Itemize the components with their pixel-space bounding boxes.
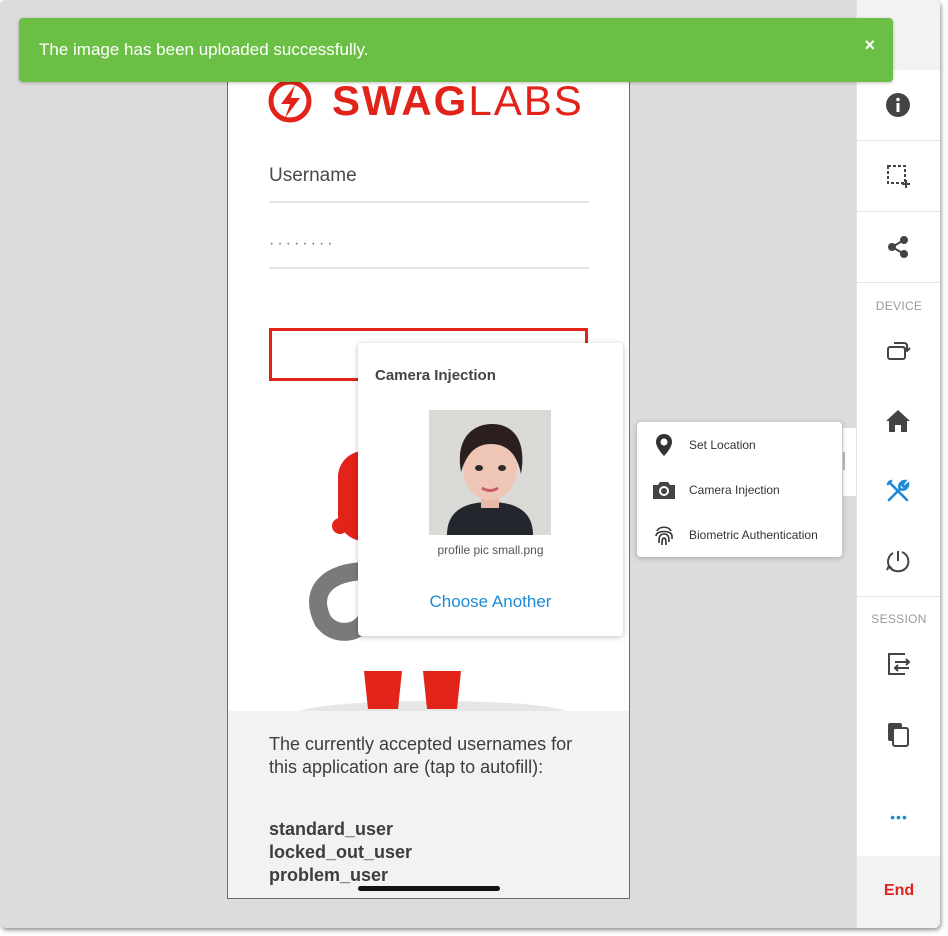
menu-item-camera-injection[interactable]: Camera Injection	[637, 468, 842, 510]
divider	[857, 211, 940, 212]
divider	[857, 282, 940, 283]
more-button[interactable]: •••	[857, 791, 940, 851]
injected-image-filename: profile pic small.png	[437, 543, 544, 557]
camera-icon	[653, 482, 675, 499]
logo-mark-icon	[268, 79, 312, 123]
username-standard-user[interactable]: standard_user	[269, 819, 393, 840]
end-label: End	[883, 882, 915, 899]
logo-swag-text: SWAG	[332, 77, 469, 124]
divider	[857, 140, 940, 141]
home-indicator[interactable]	[358, 886, 500, 891]
share-button[interactable]	[857, 217, 940, 277]
tools-menu-tab	[842, 428, 856, 496]
password-input[interactable]: ········	[269, 231, 589, 269]
crop-add-icon	[887, 165, 910, 188]
close-icon[interactable]: ×	[864, 35, 875, 56]
choose-another-button[interactable]: Choose Another	[358, 592, 623, 612]
session-section-label: SESSION	[871, 612, 927, 626]
info-icon	[886, 93, 910, 117]
rotate-device-button[interactable]	[857, 321, 940, 381]
clipboard-button[interactable]	[857, 704, 940, 764]
end-session-button[interactable]: End	[857, 856, 940, 928]
device-tools-button[interactable]	[857, 461, 940, 521]
fingerprint-icon	[655, 526, 673, 546]
copy-icon	[888, 723, 909, 747]
rotate-device-icon	[887, 342, 911, 360]
injected-image-preview	[429, 410, 551, 535]
menu-item-biometric-authentication[interactable]: Biometric Authentication	[637, 513, 842, 555]
menu-item-set-location[interactable]: Set Location	[637, 423, 842, 465]
right-toolbar: DEVICE SESSION ••• End	[856, 0, 940, 928]
home-icon	[886, 410, 910, 432]
camera-injection-label: Camera Injection	[689, 483, 780, 497]
biometric-authentication-label: Biometric Authentication	[689, 528, 818, 542]
device-section-label: DEVICE	[875, 299, 923, 313]
switch-session-button[interactable]	[857, 634, 940, 694]
home-button[interactable]	[857, 391, 940, 451]
username-input[interactable]: Username	[269, 165, 589, 203]
map-pin-icon	[656, 434, 672, 456]
credentials-intro: The currently accepted usernames for thi…	[269, 734, 573, 777]
transfer-icon	[888, 653, 911, 675]
share-icon	[888, 236, 908, 258]
camera-injection-popover: Camera Injection profile pic small.png C…	[358, 343, 623, 636]
username-locked-out-user[interactable]: locked_out_user	[269, 842, 412, 863]
device-tools-menu: Set Location Camera Injection Biometric …	[637, 422, 842, 557]
divider	[857, 596, 940, 597]
more-icon: •••	[890, 809, 908, 825]
app-window: SWAGLABS Username ········ The currently…	[0, 0, 940, 928]
swag-labs-logo: SWAGLABS	[268, 77, 588, 125]
logo-labs-text: LABS	[468, 77, 584, 124]
username-problem-user[interactable]: problem_user	[269, 865, 388, 886]
credentials-panel: The currently accepted usernames for thi…	[228, 711, 629, 898]
camera-injection-title: Camera Injection	[375, 367, 496, 384]
set-location-label: Set Location	[689, 438, 756, 452]
success-toast: The image has been uploaded successfully…	[19, 18, 893, 82]
screenshot-selection-button[interactable]	[857, 146, 940, 206]
info-button[interactable]	[857, 75, 940, 135]
toast-message: The image has been uploaded successfully…	[39, 40, 369, 59]
tools-icon	[886, 479, 910, 502]
power-timer-icon	[886, 551, 910, 573]
power-button[interactable]	[857, 531, 940, 591]
